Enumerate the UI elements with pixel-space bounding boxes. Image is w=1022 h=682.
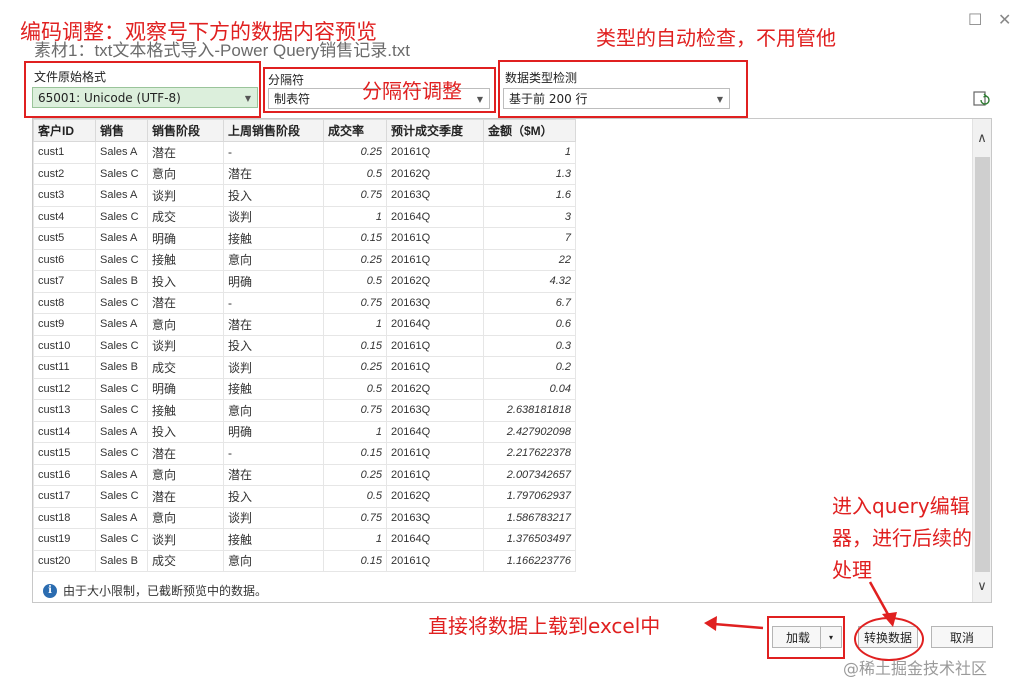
watermark: @稀土掘金技术社区	[843, 659, 988, 678]
arrow-to-load-annotation	[713, 622, 764, 630]
arrow-head-left	[704, 616, 717, 631]
annotation-arrows	[704, 581, 897, 631]
arrow-head-down	[882, 612, 897, 627]
arrow-to-transform-button	[868, 581, 892, 619]
